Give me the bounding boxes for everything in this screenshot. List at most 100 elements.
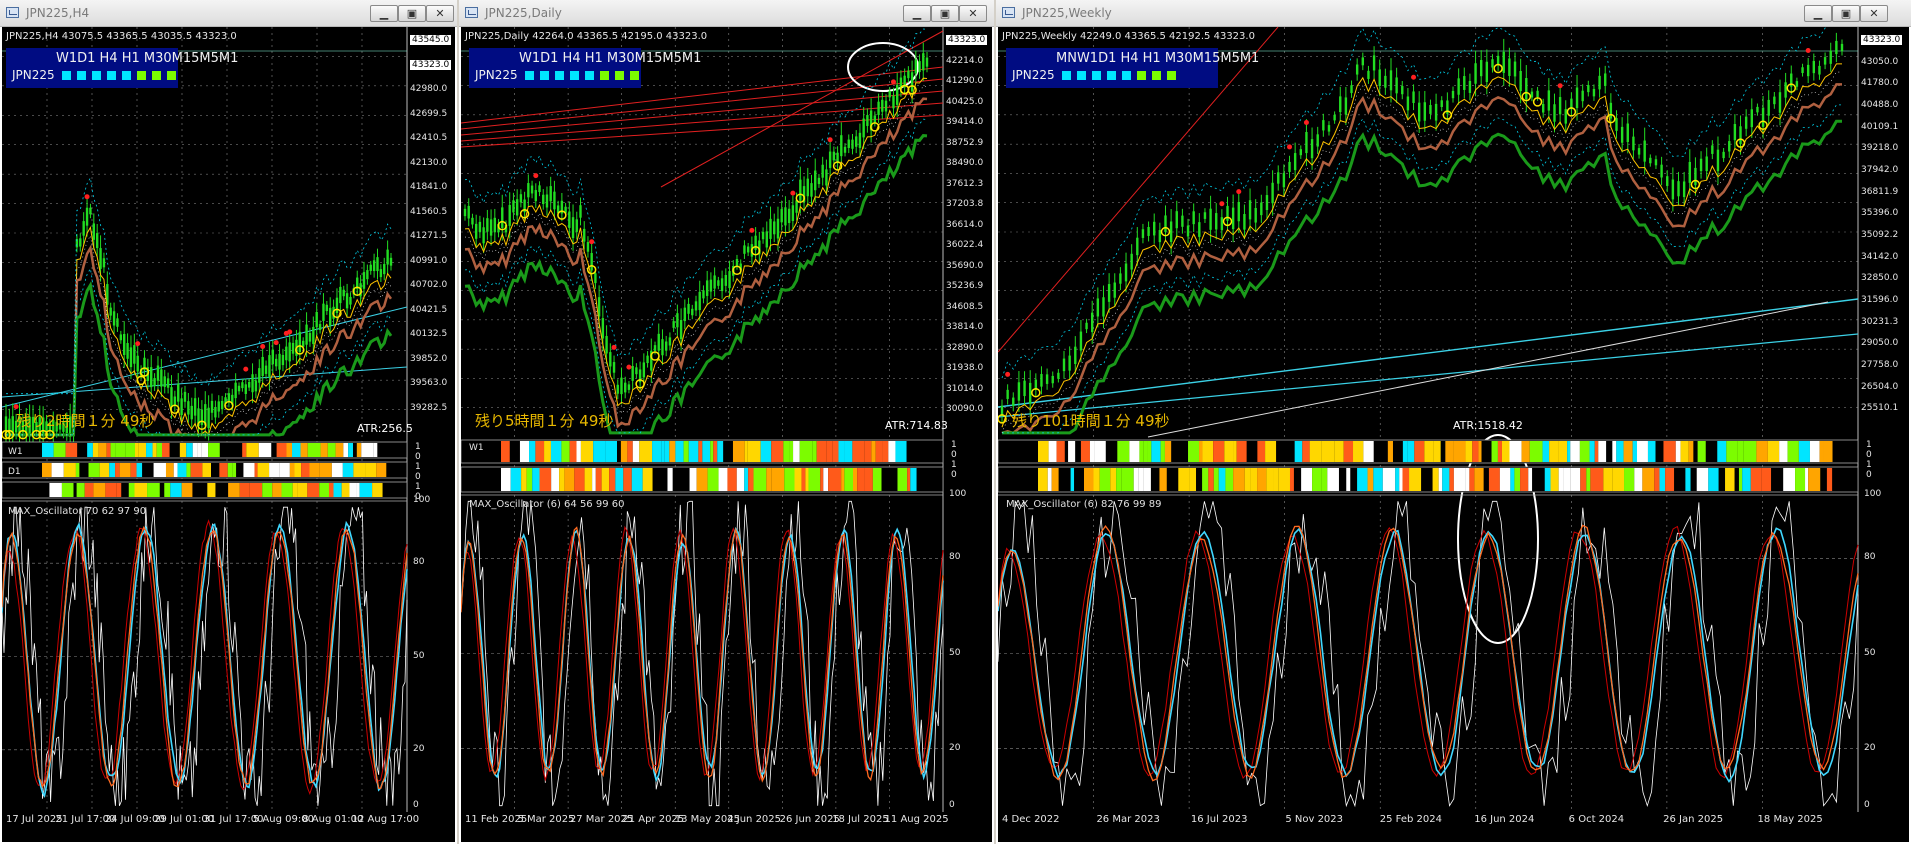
candle-body (530, 185, 534, 194)
band-segment (1387, 441, 1393, 462)
peak-marker (626, 364, 632, 370)
price-axis-label: 39414.0 (946, 117, 984, 128)
band-segment (1250, 468, 1258, 491)
band-segment (1357, 468, 1368, 491)
candle-body (471, 217, 474, 225)
candle-body (575, 219, 578, 232)
band-segment (73, 483, 77, 497)
band-segment (228, 483, 240, 497)
bar-remaining-time: 残り5時間１分 49秒 (475, 412, 614, 430)
close-button[interactable]: ✕ (426, 5, 454, 22)
band-segment (532, 468, 540, 491)
band-segment (698, 441, 703, 462)
candle-body (183, 391, 187, 402)
band-segment (1424, 441, 1434, 462)
band-segment (1143, 468, 1151, 491)
symbol-label: JPN225 (1012, 68, 1055, 82)
candle-body (515, 199, 519, 216)
candle-body (501, 207, 504, 228)
candle-body (190, 405, 193, 420)
band-segment (1708, 468, 1719, 491)
minimize-button[interactable]: ▁ (370, 5, 398, 22)
restore-button[interactable]: ▣ (1832, 5, 1860, 22)
band-segment (882, 441, 889, 462)
band-segment (1350, 468, 1358, 491)
candle-body (1028, 382, 1032, 404)
window-titlebar[interactable]: JPN225,Daily ▁ ▣ ✕ (459, 0, 994, 27)
band-segment (1083, 468, 1094, 491)
close-button[interactable]: ✕ (1860, 5, 1888, 22)
band-segment (623, 468, 632, 491)
candle-body (568, 211, 571, 228)
band-segment (1488, 468, 1500, 491)
candle-body (787, 208, 791, 223)
price-chart[interactable]: JPN225,Weekly 42249.0 43365.5 42192.5 43… (998, 27, 1909, 842)
band-segment (667, 468, 673, 491)
band-segment (1246, 441, 1258, 462)
chart-window-h4[interactable]: JPN225,H4 ▁ ▣ ✕ JPN225,H4 43075.5 43365.… (0, 0, 457, 844)
band-segment (617, 441, 621, 462)
chart-window-weekly[interactable]: JPN225,Weekly ▁ ▣ ✕ JPN225,Weekly 42249.… (996, 0, 1911, 844)
window-titlebar[interactable]: JPN225,Weekly ▁ ▣ ✕ (996, 0, 1911, 27)
candle-body (828, 151, 832, 168)
band-segment (642, 468, 653, 491)
candle-body (1417, 102, 1421, 122)
candle-body (1040, 374, 1043, 387)
close-button[interactable]: ✕ (959, 5, 987, 22)
candle-body (325, 304, 329, 312)
band-segment (76, 483, 85, 497)
candle-body (264, 365, 268, 374)
band-segment (1726, 441, 1738, 462)
candle-body (1277, 172, 1280, 184)
candle-body (754, 235, 757, 250)
candle-body (1784, 82, 1787, 98)
window-titlebar[interactable]: JPN225,H4 ▁ ▣ ✕ (0, 0, 457, 27)
candle-body (1722, 151, 1725, 159)
time-axis-label: 18 May 2025 (1757, 814, 1823, 825)
price-chart[interactable]: JPN225,H4 43075.5 43365.5 43035.5 43323.… (2, 27, 455, 842)
candle-body (345, 293, 349, 309)
candle-body (335, 297, 339, 313)
band-segment (789, 441, 794, 462)
peak-marker (890, 79, 896, 85)
candle-body (1158, 230, 1162, 243)
band-segment (766, 468, 772, 491)
timeframe-status-square (1092, 71, 1101, 80)
band-segment (1208, 468, 1214, 491)
price-axis-label: 30231.3 (1861, 316, 1899, 327)
candle-body (301, 340, 305, 347)
candle-body (1519, 70, 1522, 92)
band-segment (164, 483, 171, 497)
restore-button[interactable]: ▣ (931, 5, 959, 22)
minimize-button[interactable]: ▁ (1804, 5, 1832, 22)
band-segment (134, 483, 148, 497)
band-segment (1491, 441, 1498, 462)
candle-body (339, 286, 342, 304)
minimize-button[interactable]: ▁ (903, 5, 931, 22)
band-segment (159, 483, 165, 497)
moving-average-white (1001, 71, 1842, 434)
candle-body (1513, 61, 1517, 77)
restore-button[interactable]: ▣ (398, 5, 426, 22)
candle-body (291, 342, 295, 354)
band-scale-label: 0 (951, 450, 957, 460)
candle-body (642, 362, 646, 378)
band-segment (1257, 468, 1267, 491)
band-segment (152, 443, 157, 457)
candle-body (1564, 109, 1567, 124)
band-segment (1697, 441, 1706, 462)
band-segment (895, 441, 907, 462)
price-chart[interactable]: JPN225,Daily 42264.0 43365.5 42195.0 433… (461, 27, 992, 842)
band-segment (1094, 441, 1106, 462)
candle-body (1006, 389, 1009, 399)
band-segment (1058, 468, 1071, 491)
chart-window-icon (6, 7, 19, 18)
band-segment (1143, 441, 1148, 462)
band-segment (1278, 468, 1290, 491)
band-segment (165, 463, 174, 477)
price-axis-label: 42214.0 (946, 55, 984, 66)
candle-body (1604, 73, 1607, 86)
chart-window-daily[interactable]: JPN225,Daily ▁ ▣ ✕ JPN225,Daily 42264.0 … (459, 0, 994, 844)
price-axis-label: 39282.5 (410, 402, 448, 413)
band-segment (1589, 441, 1595, 462)
